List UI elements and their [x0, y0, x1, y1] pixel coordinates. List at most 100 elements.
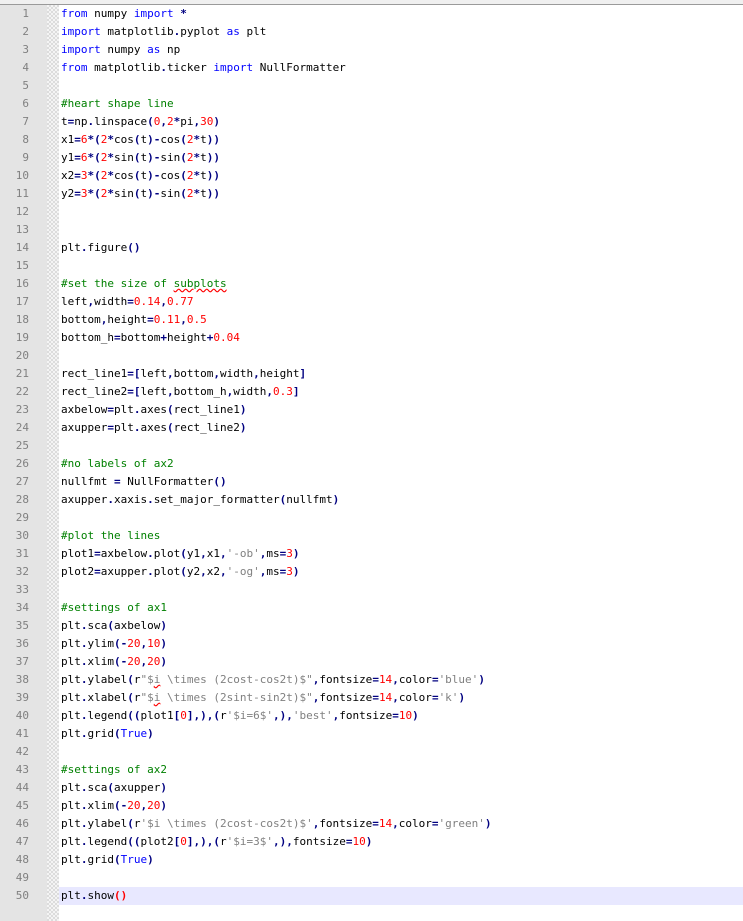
code-text[interactable]: #no labels of ax2: [59, 455, 743, 473]
code-text[interactable]: [59, 221, 743, 239]
code-text[interactable]: [59, 347, 743, 365]
code-line[interactable]: 7 t=np.linspace(0,2*pi,30): [0, 113, 743, 131]
code-text[interactable]: x2=3*(2*cos(t)-cos(2*t)): [59, 167, 743, 185]
code-line[interactable]: 33: [0, 581, 743, 599]
code-line[interactable]: 2 import matplotlib.pyplot as plt: [0, 23, 743, 41]
code-text[interactable]: [59, 509, 743, 527]
code-text[interactable]: t=np.linspace(0,2*pi,30): [59, 113, 743, 131]
code-text[interactable]: [59, 257, 743, 275]
code-text[interactable]: plt.ylabel(r'$i \times (2cost-cos2t)$', f…: [59, 815, 743, 833]
code-text[interactable]: [59, 203, 743, 221]
code-text[interactable]: from numpy import *: [59, 5, 743, 23]
code-line[interactable]: 10 x2=3*(2*cos(t)-cos(2*t)): [0, 167, 743, 185]
code-line[interactable]: 40 plt.legend((plot1[0],),(r'$i=6$',),'be…: [0, 707, 743, 725]
code-text[interactable]: plt.xlim(-20,20): [59, 653, 743, 671]
code-text[interactable]: y1=6*(2*sin(t)-sin(2*t)): [59, 149, 743, 167]
code-text[interactable]: plot1=axbelow.plot(y1,x1,'-ob',ms=3): [59, 545, 743, 563]
code-line[interactable]: 21 rect_line1=[left,bottom,width,height]: [0, 365, 743, 383]
code-text[interactable]: plt.ylabel(r"$i \times (2cost-cos2t)$",f…: [59, 671, 743, 689]
code-text[interactable]: plt.xlabel(r"$i \times (2sint-sin2t)$",f…: [59, 689, 743, 707]
code-line[interactable]: 48 plt.grid(True): [0, 851, 743, 869]
code-line[interactable]: 19 bottom_h=bottom+height+0.04: [0, 329, 743, 347]
code-line[interactable]: 16 #set the size of subplots: [0, 275, 743, 293]
code-line[interactable]: 39 plt.xlabel(r"$i \times (2sint-sin2t)$"…: [0, 689, 743, 707]
code-line[interactable]: 14 plt.figure(): [0, 239, 743, 257]
code-line[interactable]: 12: [0, 203, 743, 221]
code-text[interactable]: nullfmt = NullFormatter(): [59, 473, 743, 491]
code-text[interactable]: [59, 581, 743, 599]
code-text[interactable]: axbelow=plt.axes(rect_line1): [59, 401, 743, 419]
code-line[interactable]: 23 axbelow=plt.axes(rect_line1): [0, 401, 743, 419]
code-text[interactable]: plt.sca(axupper): [59, 779, 743, 797]
code-line[interactable]: 13: [0, 221, 743, 239]
code-text[interactable]: plt.sca(axbelow): [59, 617, 743, 635]
code-text[interactable]: plt.legend((plot1[0],),(r'$i=6$',),'best…: [59, 707, 743, 725]
code-line[interactable]: 3 import numpy as np: [0, 41, 743, 59]
code-line[interactable]: 35 plt.sca(axbelow): [0, 617, 743, 635]
code-text[interactable]: plt.figure(): [59, 239, 743, 257]
code-line[interactable]: 17 left,width=0.14,0.77: [0, 293, 743, 311]
code-text[interactable]: #heart shape line: [59, 95, 743, 113]
code-text[interactable]: #settings of ax2: [59, 761, 743, 779]
code-line[interactable]: 9 y1=6*(2*sin(t)-sin(2*t)): [0, 149, 743, 167]
code-text[interactable]: rect_line1=[left,bottom,width,height]: [59, 365, 743, 383]
code-line[interactable]: 37 plt.xlim(-20,20): [0, 653, 743, 671]
code-line[interactable]: 5: [0, 77, 743, 95]
code-line[interactable]: 26 #no labels of ax2: [0, 455, 743, 473]
code-text[interactable]: plot2=axupper.plot(y2,x2,'-og',ms=3): [59, 563, 743, 581]
code-text[interactable]: axupper.xaxis.set_major_formatter(nullfm…: [59, 491, 743, 509]
code-line[interactable]: 50 plt.show(): [0, 887, 743, 905]
code-line[interactable]: 36 plt.ylim(-20,10): [0, 635, 743, 653]
code-line[interactable]: 8 x1=6*(2*cos(t)-cos(2*t)): [0, 131, 743, 149]
code-line[interactable]: 4 from matplotlib.ticker import NullForma…: [0, 59, 743, 77]
code-text[interactable]: bottom_h=bottom+height+0.04: [59, 329, 743, 347]
code-text[interactable]: plt.legend((plot2[0],),(r'$i=3$',),fonts…: [59, 833, 743, 851]
code-text[interactable]: from matplotlib.ticker import NullFormat…: [59, 59, 743, 77]
code-line[interactable]: 30 #plot the lines: [0, 527, 743, 545]
code-text[interactable]: #set the size of subplots: [59, 275, 743, 293]
code-line[interactable]: 24 axupper=plt.axes(rect_line2): [0, 419, 743, 437]
code-line[interactable]: 29: [0, 509, 743, 527]
code-text[interactable]: bottom,height=0.11,0.5: [59, 311, 743, 329]
code-text[interactable]: plt.grid(True): [59, 725, 743, 743]
code-text[interactable]: plt.ylim(-20,10): [59, 635, 743, 653]
code-text[interactable]: [59, 869, 743, 887]
code-text[interactable]: [59, 743, 743, 761]
code-text[interactable]: x1=6*(2*cos(t)-cos(2*t)): [59, 131, 743, 149]
code-line[interactable]: 6 #heart shape line: [0, 95, 743, 113]
code-line[interactable]: 15: [0, 257, 743, 275]
code-text[interactable]: left,width=0.14,0.77: [59, 293, 743, 311]
code-text[interactable]: #plot the lines: [59, 527, 743, 545]
code-text[interactable]: plt.show(): [59, 887, 743, 905]
code-line[interactable]: 20: [0, 347, 743, 365]
code-editor[interactable]: 1 from numpy import * 2 import matplotlib.p…: [0, 0, 743, 921]
code-line[interactable]: 46 plt.ylabel(r'$i \times (2cost-cos2t)$'…: [0, 815, 743, 833]
code-text[interactable]: plt.grid(True): [59, 851, 743, 869]
code-line[interactable]: 18 bottom,height=0.11,0.5: [0, 311, 743, 329]
code-text[interactable]: axupper=plt.axes(rect_line2): [59, 419, 743, 437]
code-line[interactable]: 45 plt.xlim(-20,20): [0, 797, 743, 815]
code-line[interactable]: 47 plt.legend((plot2[0],),(r'$i=3$',),fon…: [0, 833, 743, 851]
code-line[interactable]: 41 plt.grid(True): [0, 725, 743, 743]
code-line[interactable]: 34 #settings of ax1: [0, 599, 743, 617]
code-text[interactable]: #settings of ax1: [59, 599, 743, 617]
code-line[interactable]: 28 axupper.xaxis.set_major_formatter(null…: [0, 491, 743, 509]
code-text[interactable]: y2=3*(2*sin(t)-sin(2*t)): [59, 185, 743, 203]
code-line[interactable]: 11 y2=3*(2*sin(t)-sin(2*t)): [0, 185, 743, 203]
code-line[interactable]: 49: [0, 869, 743, 887]
code-line[interactable]: 43 #settings of ax2: [0, 761, 743, 779]
code-text[interactable]: import numpy as np: [59, 41, 743, 59]
code-text[interactable]: [59, 437, 743, 455]
code-line[interactable]: 27 nullfmt = NullFormatter(): [0, 473, 743, 491]
code-line[interactable]: 25: [0, 437, 743, 455]
code-text[interactable]: rect_line2=[left,bottom_h,width,0.3]: [59, 383, 743, 401]
code-line[interactable]: 38 plt.ylabel(r"$i \times (2cost-cos2t)$"…: [0, 671, 743, 689]
code-text[interactable]: import matplotlib.pyplot as plt: [59, 23, 743, 41]
code-line[interactable]: 1 from numpy import *: [0, 5, 743, 23]
code-line[interactable]: 32 plot2=axupper.plot(y2,x2,'-og',ms=3): [0, 563, 743, 581]
code-line[interactable]: 42: [0, 743, 743, 761]
code-text[interactable]: [59, 77, 743, 95]
code-lines[interactable]: 1 from numpy import * 2 import matplotlib.p…: [0, 5, 743, 905]
code-line[interactable]: 44 plt.sca(axupper): [0, 779, 743, 797]
code-text[interactable]: plt.xlim(-20,20): [59, 797, 743, 815]
